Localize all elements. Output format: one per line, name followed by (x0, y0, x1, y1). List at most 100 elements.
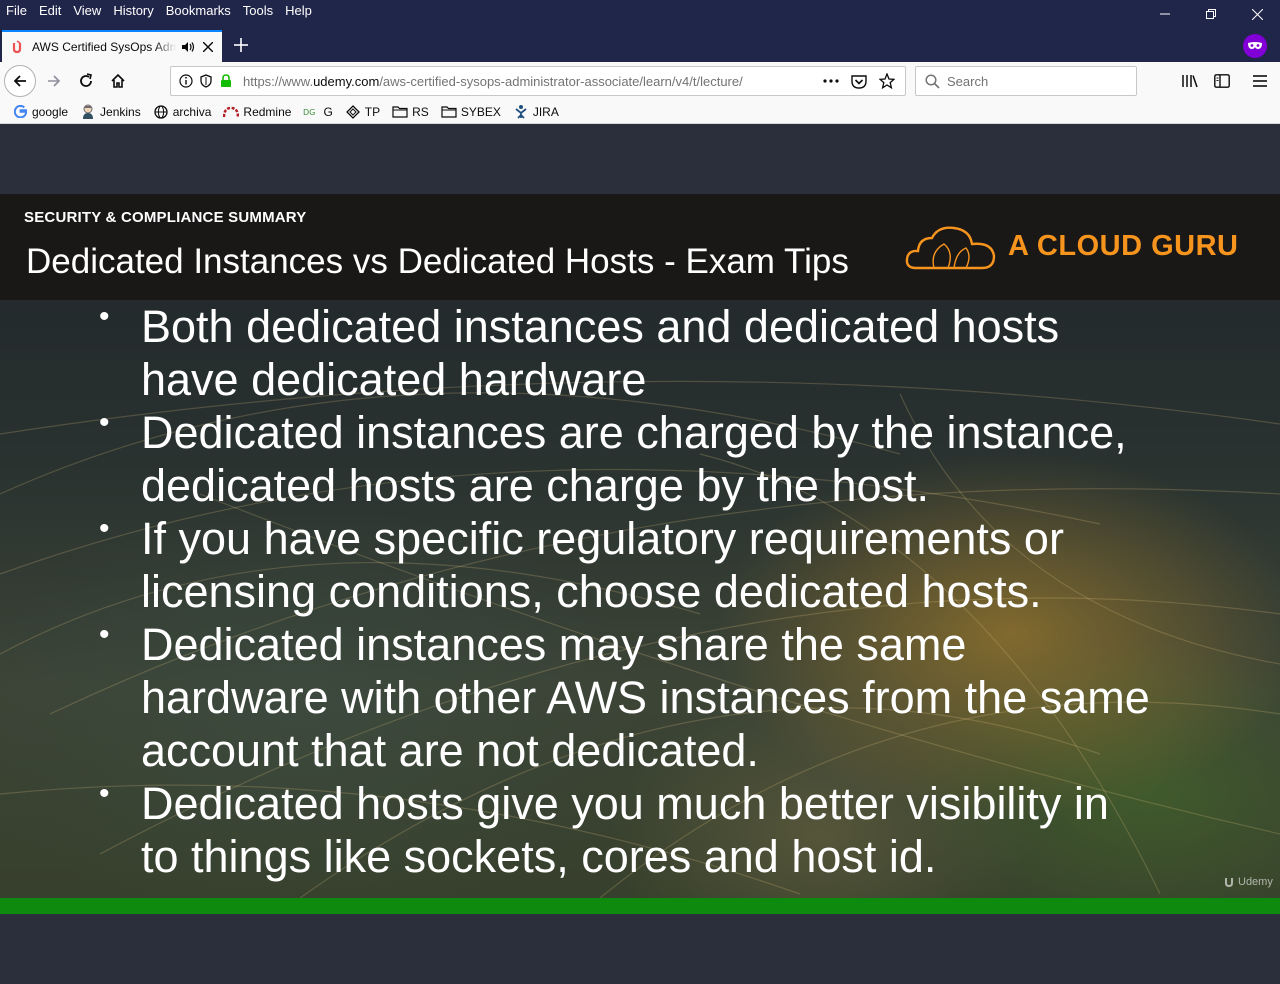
bookmark-redmine[interactable]: Redmine (217, 101, 297, 123)
search-input[interactable] (947, 73, 1127, 89)
plus-icon (234, 38, 248, 52)
bookmark-label: Redmine (243, 104, 292, 119)
menu-file[interactable]: File (0, 0, 33, 24)
minimize-icon (1160, 13, 1170, 15)
private-browsing-icon (1243, 34, 1267, 58)
bookmark-label: RS (412, 104, 429, 119)
udemy-watermark: Udemy (1224, 876, 1273, 888)
globe-icon (153, 104, 169, 120)
bookmark-label: google (32, 104, 69, 119)
url-bar[interactable]: https://www.udemy.com/aws-certified-syso… (170, 66, 906, 96)
home-icon (111, 73, 125, 88)
menu-history[interactable]: History (107, 0, 159, 24)
bookmark-label: TP (364, 104, 381, 119)
udemy-favicon-icon (10, 39, 26, 55)
google-icon (12, 104, 28, 120)
reload-icon (80, 73, 92, 87)
slide-header: SECURITY & COMPLIANCE SUMMARY Dedicated … (0, 194, 1280, 300)
svg-text:DG: DG (303, 108, 315, 117)
bookmark-label: G (323, 104, 333, 119)
bookmark-jira[interactable]: JIRA (507, 101, 565, 123)
search-icon (923, 72, 941, 90)
bullet-dot: • (99, 406, 110, 439)
video-progress-bar[interactable] (0, 898, 1280, 914)
menu-edit[interactable]: Edit (33, 0, 67, 24)
url-text[interactable]: https://www.udemy.com/aws-certified-syso… (243, 74, 817, 89)
bookmark-label: SYBEX (460, 104, 501, 119)
arrow-right-icon (48, 75, 61, 87)
search-bar[interactable] (915, 66, 1137, 96)
redmine-icon (223, 104, 240, 120)
tab-strip: AWS Certified SysOps Administrator - Ass… (0, 24, 1280, 62)
library-icon (1182, 75, 1198, 88)
bookmark-label: archiva (172, 104, 212, 119)
bullet-dot: • (99, 512, 110, 545)
udemy-logo-icon (1225, 878, 1233, 888)
bookmark-archiva[interactable]: archiva (147, 101, 218, 123)
close-icon (1251, 8, 1263, 20)
bookmark-star-icon[interactable] (873, 69, 901, 93)
url-host: udemy.com (313, 73, 380, 89)
jenkins-icon (80, 104, 96, 120)
pocket-icon[interactable] (845, 69, 873, 93)
menu-bookmarks[interactable]: Bookmarks (160, 0, 237, 24)
sidebar-button[interactable] (1206, 65, 1238, 97)
tab-udemy[interactable]: AWS Certified SysOps Administrator - Ass… (2, 30, 222, 62)
menu-view[interactable]: View (67, 0, 107, 24)
page-actions-icon[interactable] (817, 69, 845, 93)
bookmark-google[interactable]: google (0, 101, 74, 123)
tab-title: AWS Certified SysOps Administrator - Ass… (32, 40, 176, 54)
speaker-icon[interactable] (180, 39, 196, 55)
tab-close-icon[interactable] (200, 39, 216, 55)
udemy-watermark-text: Udemy (1238, 876, 1273, 888)
page-content: SECURITY & COMPLIANCE SUMMARY Dedicated … (0, 124, 1280, 984)
menu-help[interactable]: Help (279, 0, 318, 24)
bullet-text: Dedicated hosts give you much better vis… (141, 778, 1109, 882)
lock-icon[interactable] (217, 72, 235, 90)
reload-button[interactable] (70, 65, 102, 97)
slide-title: Dedicated Instances vs Dedicated Hosts -… (26, 242, 849, 281)
bookmark-label: JIRA (532, 104, 559, 119)
tracking-shield-icon[interactable] (197, 72, 215, 90)
menu-tools[interactable]: Tools (237, 0, 279, 24)
url-actions (817, 69, 901, 93)
library-button[interactable] (1174, 65, 1206, 97)
bullet-dot: • (99, 777, 110, 810)
navigation-toolbar: https://www.udemy.com/aws-certified-syso… (0, 62, 1280, 100)
bullet-text: Dedicated instances are charged by the i… (141, 407, 1127, 511)
slide-section-label: SECURITY & COMPLIANCE SUMMARY (24, 209, 307, 226)
diamond-icon (345, 104, 361, 120)
url-path: /aws-certified-sysops-administrator-asso… (379, 73, 743, 89)
menu-button[interactable] (1244, 65, 1276, 97)
brand-name: A CLOUD GURU (1008, 230, 1239, 262)
info-icon[interactable] (177, 72, 195, 90)
bookmark-jenkins[interactable]: Jenkins (74, 101, 147, 123)
home-button[interactable] (102, 65, 134, 97)
menu-bar: File Edit View History Bookmarks Tools H… (0, 0, 1280, 24)
bookmark-sybex[interactable]: SYBEX (435, 101, 507, 123)
bullet-text: Both dedicated instances and dedicated h… (141, 301, 1060, 405)
bullet-dot: • (99, 618, 110, 651)
g-icon: DG (303, 104, 319, 120)
bookmark-tp[interactable]: TP (339, 101, 386, 123)
folder-icon (441, 104, 457, 120)
bookmark-label: Jenkins (100, 104, 141, 119)
bookmark-g[interactable]: DG G (297, 101, 338, 123)
lecture-slide[interactable]: SECURITY & COMPLIANCE SUMMARY Dedicated … (0, 194, 1280, 898)
bullet-dot: • (99, 300, 110, 333)
bookmarks-toolbar: google Jenkins archiva Redmine DG G TP R… (0, 100, 1280, 124)
folder-icon (392, 104, 408, 120)
sidebar-icon (1214, 74, 1230, 88)
arrow-left-icon (13, 75, 26, 87)
jira-icon (513, 104, 529, 120)
url-prefix: https://www. (243, 73, 314, 89)
new-tab-button[interactable] (228, 32, 254, 58)
bullet-text: Dedicated instances may share the same h… (141, 619, 1150, 776)
bullet-text: If you have specific regulatory requirem… (141, 513, 1064, 617)
hamburger-icon (1253, 75, 1267, 87)
restore-icon (1206, 9, 1216, 19)
bookmark-rs[interactable]: RS (386, 101, 435, 123)
cloud-logo-icon (905, 226, 996, 270)
back-button[interactable] (4, 65, 36, 97)
forward-button[interactable] (38, 65, 70, 97)
